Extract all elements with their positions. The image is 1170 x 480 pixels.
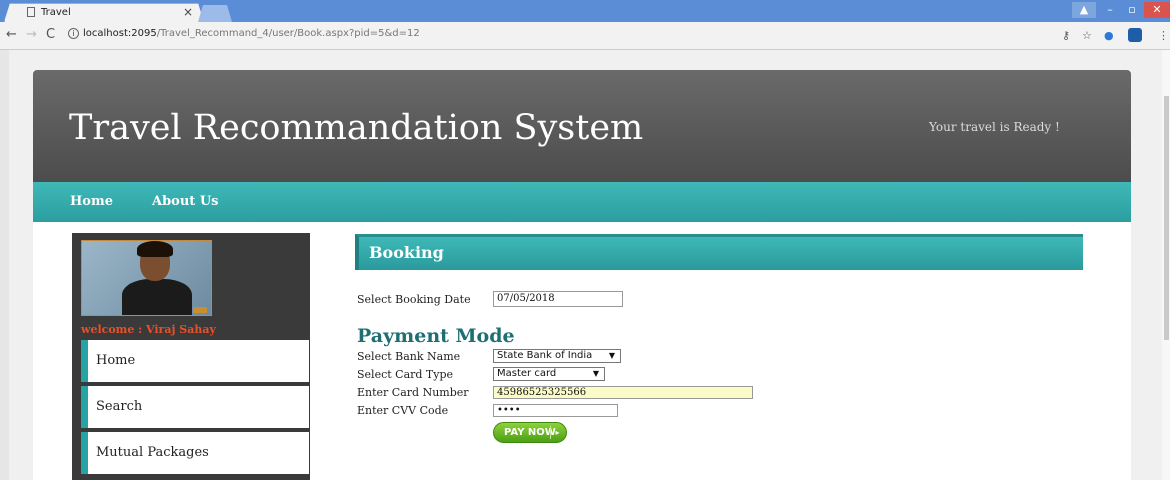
url-host: localhost:2095: [83, 28, 157, 39]
avatar-logo: [193, 307, 207, 313]
bookmark-star-icon[interactable]: ☆: [1082, 29, 1092, 42]
tab-close-icon[interactable]: ×: [183, 5, 193, 19]
browser-tab[interactable]: Travel ×: [4, 3, 204, 22]
sidebar: welcome : Viraj Sahay Home Search Mutual…: [72, 233, 310, 480]
card-type-label: Select Card Type: [357, 368, 454, 381]
info-icon[interactable]: i: [68, 28, 79, 39]
back-icon[interactable]: ←: [6, 27, 17, 42]
menu-icon[interactable]: ⋮: [1158, 29, 1169, 42]
sidebar-item-search[interactable]: Search: [81, 386, 309, 428]
site-header: Travel Recommandation System Your travel…: [33, 70, 1131, 182]
arrow-right-icon: ▸: [550, 426, 564, 439]
booking-date-input[interactable]: 07/05/2018: [493, 291, 623, 307]
card-type-select-value: Master card: [497, 368, 557, 379]
dropdown-arrow-icon: ▼: [592, 369, 599, 378]
key-icon[interactable]: ⚷: [1062, 29, 1070, 42]
cvv-label: Enter CVV Code: [357, 404, 449, 417]
pay-now-button[interactable]: PAY NOW ▸: [493, 422, 567, 443]
maximize-button[interactable]: ▫: [1120, 2, 1144, 18]
sidebar-item-home[interactable]: Home: [81, 340, 309, 382]
new-tab-button[interactable]: [198, 5, 232, 22]
sidebar-item-label: Home: [96, 353, 136, 368]
forward-icon[interactable]: →: [26, 27, 37, 42]
avatar: [81, 240, 212, 316]
nav-home-link[interactable]: Home: [70, 194, 113, 209]
nav-about-link[interactable]: About Us: [152, 194, 219, 209]
page-icon: [27, 7, 35, 17]
payment-mode-title: Payment Mode: [357, 325, 515, 347]
booking-panel-title: Booking: [355, 234, 1083, 270]
card-number-input[interactable]: 45986525325566: [493, 386, 753, 399]
scrollbar-thumb[interactable]: [1164, 96, 1169, 340]
sidebar-item-mutual-packages[interactable]: Mutual Packages: [81, 432, 309, 474]
page-left-edge: [0, 50, 9, 480]
profile-icon[interactable]: ●: [1104, 29, 1114, 42]
extension-icon[interactable]: [1128, 28, 1142, 42]
reload-icon[interactable]: C: [46, 27, 55, 42]
panel-title-text: Booking: [369, 243, 444, 262]
avatar-hair: [137, 241, 173, 257]
url-field[interactable]: i localhost:2095/Travel_Recommand_4/user/…: [68, 28, 420, 39]
card-type-select[interactable]: Master card ▼: [493, 367, 605, 381]
pay-now-label: PAY NOW: [504, 427, 556, 438]
bank-select-value: State Bank of India: [497, 350, 593, 361]
avatar-body: [122, 279, 192, 315]
url-path: /Travel_Recommand_4/user/Book.aspx?pid=5…: [156, 28, 420, 39]
bank-select[interactable]: State Bank of India ▼: [493, 349, 621, 363]
tab-title: Travel: [41, 7, 71, 18]
card-number-label: Enter Card Number: [357, 386, 469, 399]
booking-date-label: Select Booking Date: [357, 293, 471, 306]
site-slogan: Your travel is Ready !: [929, 120, 1060, 134]
close-window-button[interactable]: ✕: [1144, 2, 1170, 18]
site-nav: Home About Us: [33, 182, 1131, 222]
minimize-button[interactable]: –: [1098, 2, 1122, 18]
site-title: Travel Recommandation System: [69, 108, 644, 148]
bank-label: Select Bank Name: [357, 350, 461, 363]
user-icon[interactable]: ▲: [1072, 2, 1096, 18]
cvv-input[interactable]: ••••: [493, 404, 618, 417]
sidebar-item-label: Search: [96, 399, 143, 414]
welcome-text: welcome : Viraj Sahay: [81, 323, 216, 336]
dropdown-arrow-icon: ▼: [608, 351, 615, 360]
address-bar: ← → C i localhost:2095/Travel_Recommand_4…: [0, 22, 1170, 50]
sidebar-item-label: Mutual Packages: [96, 445, 209, 460]
site-container: Travel Recommandation System Your travel…: [33, 70, 1131, 480]
